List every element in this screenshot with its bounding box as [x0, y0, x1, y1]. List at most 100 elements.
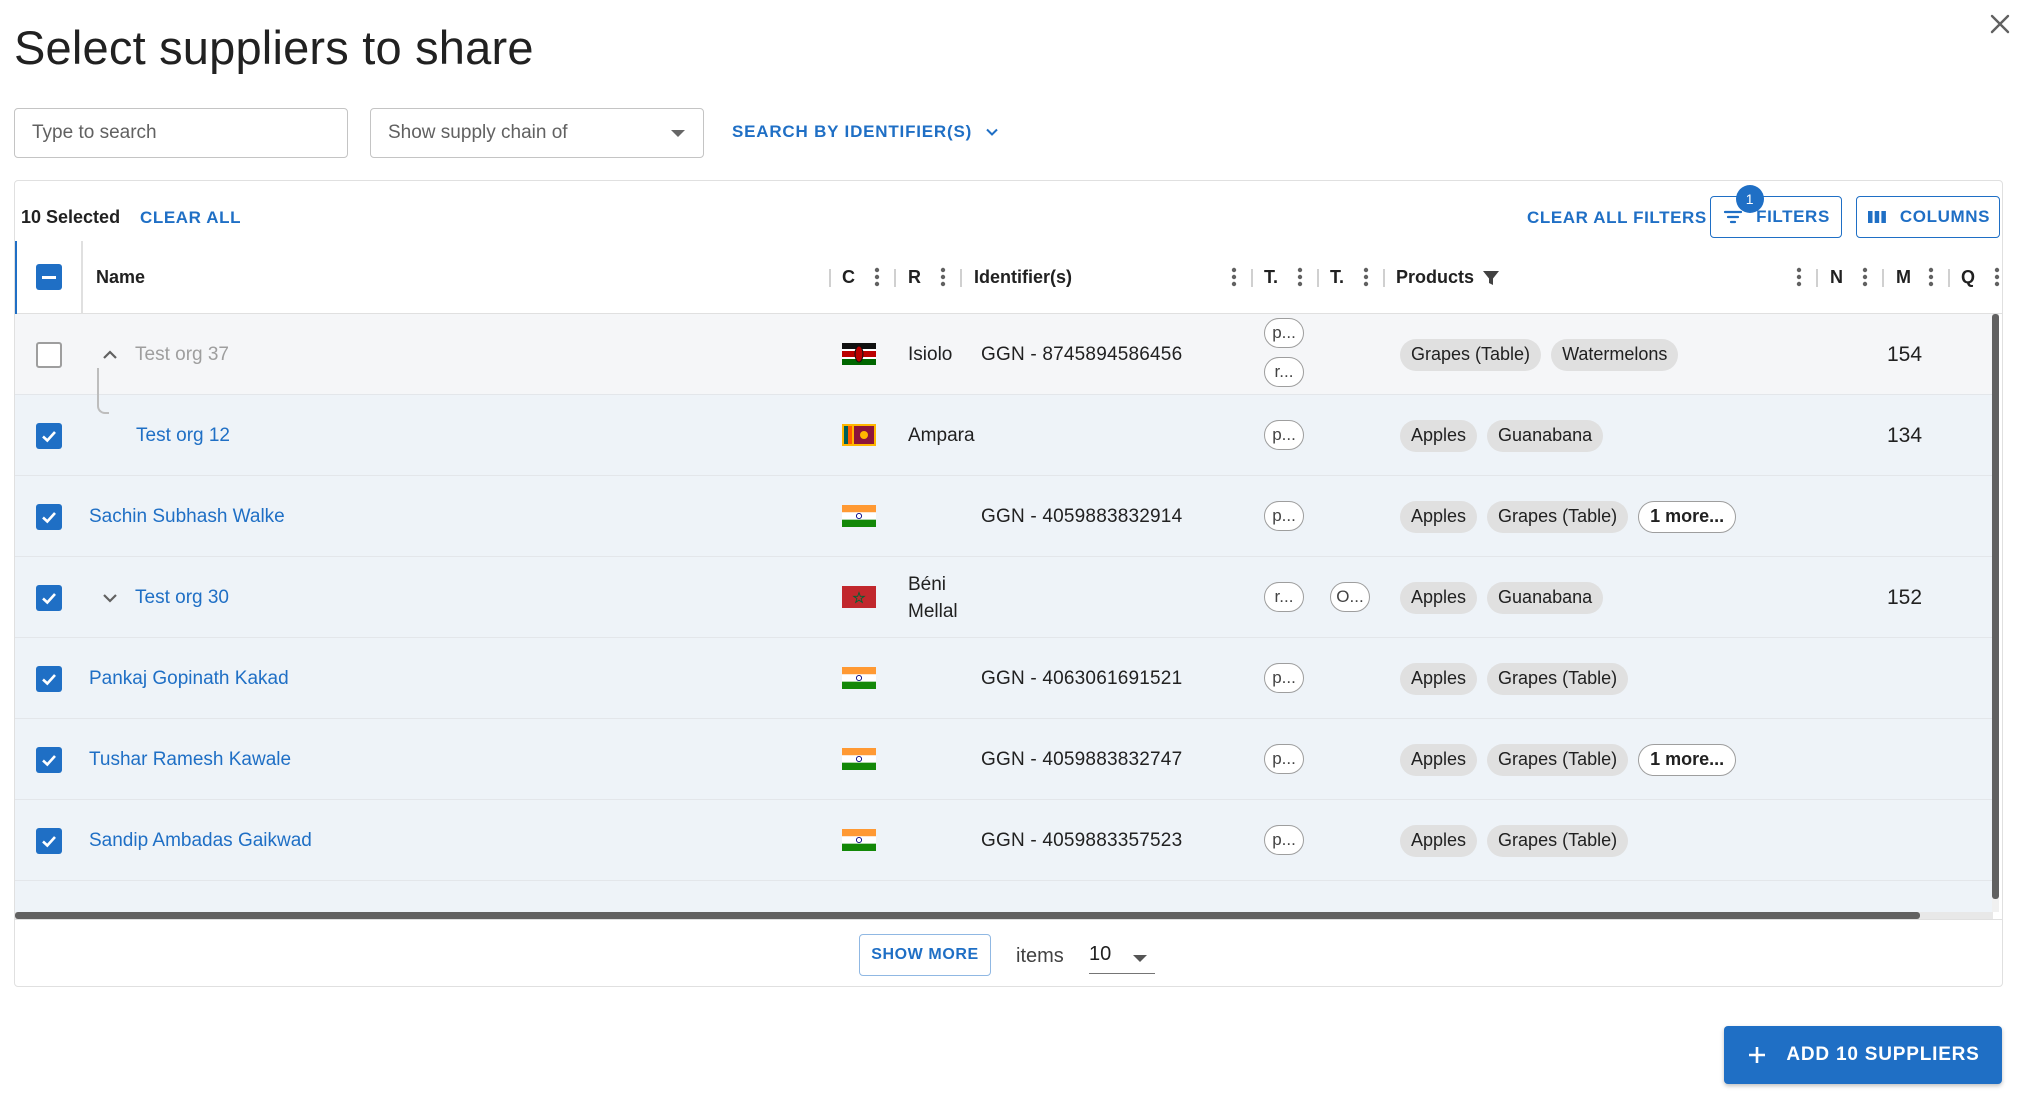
- column-header-name[interactable]: Name: [96, 241, 145, 314]
- scrollbar-thumb[interactable]: [1992, 314, 1999, 899]
- filters-button[interactable]: 1 FILTERS: [1710, 185, 1842, 238]
- supplier-name[interactable]: Tushar Ramesh Kawale: [89, 719, 291, 800]
- add-suppliers-button[interactable]: ADD 10 SUPPLIERS: [1724, 1026, 2002, 1084]
- columns-button[interactable]: COLUMNS: [1856, 196, 2000, 238]
- column-header-t1[interactable]: T.: [1264, 241, 1278, 314]
- column-menu-icon[interactable]: [1362, 266, 1370, 288]
- column-menu-icon[interactable]: [1993, 266, 2001, 288]
- filters-label: FILTERS: [1756, 207, 1830, 226]
- column-header-q[interactable]: Q: [1961, 241, 1975, 314]
- row-checkbox[interactable]: [36, 504, 62, 530]
- column-separator[interactable]: [1948, 269, 1950, 287]
- product-chip: Grapes (Table): [1487, 824, 1629, 857]
- column-menu-icon[interactable]: [1296, 266, 1304, 288]
- supplier-name[interactable]: Sandip Ambadas Gaikwad: [89, 800, 312, 881]
- region-text: Isiolo: [908, 344, 953, 365]
- column-header-country[interactable]: C: [842, 241, 855, 314]
- row-checkbox[interactable]: [36, 666, 62, 692]
- region-line: Mellal: [908, 600, 958, 622]
- column-menu-icon[interactable]: [1230, 266, 1238, 288]
- type-chip: p...: [1264, 744, 1304, 774]
- product-chip: Watermelons: [1551, 338, 1679, 371]
- products-cell: Apples Grapes (Table): [1400, 800, 1629, 881]
- table-row[interactable]: Sachin Subhash Walke GGN - 4059883832914…: [15, 476, 1993, 557]
- close-button[interactable]: [1982, 6, 2018, 42]
- tree-connector: [97, 368, 109, 414]
- supplier-name[interactable]: Pankaj Gopinath Kakad: [89, 638, 289, 719]
- plus-icon: [1749, 1047, 1766, 1063]
- column-menu-icon[interactable]: [1861, 266, 1869, 288]
- table-row[interactable]: Test org 12 Ampara p... Apples Guanabana…: [15, 395, 1993, 476]
- search-input[interactable]: [14, 108, 348, 158]
- filter-funnel-icon[interactable]: [1482, 269, 1500, 287]
- filters-count-badge: 1: [1736, 185, 1764, 213]
- table-row[interactable]: [15, 881, 1993, 912]
- chevron-up-icon[interactable]: [101, 346, 119, 364]
- check-icon: [42, 593, 56, 605]
- column-separator[interactable]: [1882, 269, 1884, 287]
- product-chip: Apples: [1400, 500, 1478, 533]
- supply-chain-select[interactable]: Show supply chain of: [370, 108, 704, 158]
- m-value: 152: [1887, 585, 1923, 609]
- column-menu-icon[interactable]: [939, 266, 947, 288]
- row-checkbox[interactable]: [36, 828, 62, 854]
- column-menu-icon[interactable]: [873, 266, 881, 288]
- column-header-products[interactable]: Products: [1396, 241, 1500, 314]
- column-separator[interactable]: [1251, 269, 1253, 287]
- row-checkbox[interactable]: [36, 423, 62, 449]
- identifier-text: GGN - 8745894586456: [981, 343, 1183, 365]
- items-per-page-select[interactable]: 10: [1089, 936, 1155, 974]
- horizontal-scrollbar[interactable]: [15, 912, 1993, 919]
- clear-all-filters-button[interactable]: CLEAR ALL FILTERS: [1527, 208, 1707, 228]
- row-checkbox[interactable]: [36, 747, 62, 773]
- more-products-chip[interactable]: 1 more...: [1638, 500, 1737, 533]
- supplier-name[interactable]: Test org 30: [135, 557, 229, 638]
- select-all-checkbox[interactable]: [36, 264, 62, 290]
- column-header-t2[interactable]: T.: [1330, 241, 1344, 314]
- column-menu-icon[interactable]: [1795, 266, 1803, 288]
- column-separator[interactable]: [1383, 269, 1385, 287]
- product-chip: Apples: [1400, 419, 1478, 452]
- column-separator[interactable]: [960, 269, 962, 287]
- supplier-name[interactable]: Test org 12: [136, 395, 230, 476]
- flag-india-icon: [842, 748, 876, 770]
- clear-all-button[interactable]: CLEAR ALL: [140, 208, 241, 228]
- column-header-m[interactable]: M: [1896, 241, 1911, 314]
- product-chip: Grapes (Table): [1487, 662, 1629, 695]
- chevron-down-icon[interactable]: [101, 589, 119, 607]
- flag-sri-lanka-icon: [842, 424, 876, 446]
- view-column-icon: [1867, 211, 1886, 223]
- table-row[interactable]: Sandip Ambadas Gaikwad GGN - 40598833575…: [15, 800, 1993, 881]
- m-value: 154: [1887, 342, 1923, 366]
- supplier-name[interactable]: Sachin Subhash Walke: [89, 476, 285, 557]
- column-separator[interactable]: [829, 269, 831, 287]
- flag-india-icon: [842, 829, 876, 851]
- page-title: Select suppliers to share: [14, 21, 534, 74]
- column-menu-icon[interactable]: [1927, 266, 1935, 288]
- more-products-chip[interactable]: 1 more...: [1638, 743, 1737, 776]
- column-header-identifiers[interactable]: Identifier(s): [974, 241, 1072, 314]
- column-header-n[interactable]: N: [1830, 241, 1843, 314]
- show-more-button[interactable]: SHOW MORE: [859, 934, 991, 976]
- region-line: Béni: [908, 573, 947, 595]
- vertical-scrollbar[interactable]: [1992, 314, 1999, 912]
- table-row[interactable]: Tushar Ramesh Kawale GGN - 4059883832747…: [15, 719, 1993, 800]
- search-by-identifiers-label: SEARCH BY IDENTIFIER(S): [732, 122, 973, 141]
- table-row[interactable]: Pankaj Gopinath Kakad GGN - 406306169152…: [15, 638, 1993, 719]
- column-separator[interactable]: [894, 269, 896, 287]
- table-row[interactable]: Test org 30 Béni Mellal r... O... Apples…: [15, 557, 1993, 638]
- products-cell: Apples Grapes (Table) 1 more...: [1400, 719, 1737, 800]
- add-suppliers-label: ADD 10 SUPPLIERS: [1786, 1044, 1980, 1065]
- table-row[interactable]: Test org 37 Isiolo GGN - 8745894586456 p…: [15, 314, 1993, 395]
- column-separator[interactable]: [1317, 269, 1319, 287]
- flag-india-icon: [842, 505, 876, 527]
- header-accent: [15, 241, 17, 314]
- identifier-text: GGN - 4063061691521: [981, 667, 1183, 689]
- search-by-identifiers-button[interactable]: SEARCH BY IDENTIFIER(S): [732, 122, 1000, 142]
- caret-down-icon: [671, 130, 685, 137]
- row-checkbox[interactable]: [36, 585, 62, 611]
- column-header-region[interactable]: R: [908, 241, 921, 314]
- column-separator[interactable]: [1816, 269, 1818, 287]
- scrollbar-thumb[interactable]: [15, 912, 1920, 919]
- row-checkbox[interactable]: [36, 342, 62, 368]
